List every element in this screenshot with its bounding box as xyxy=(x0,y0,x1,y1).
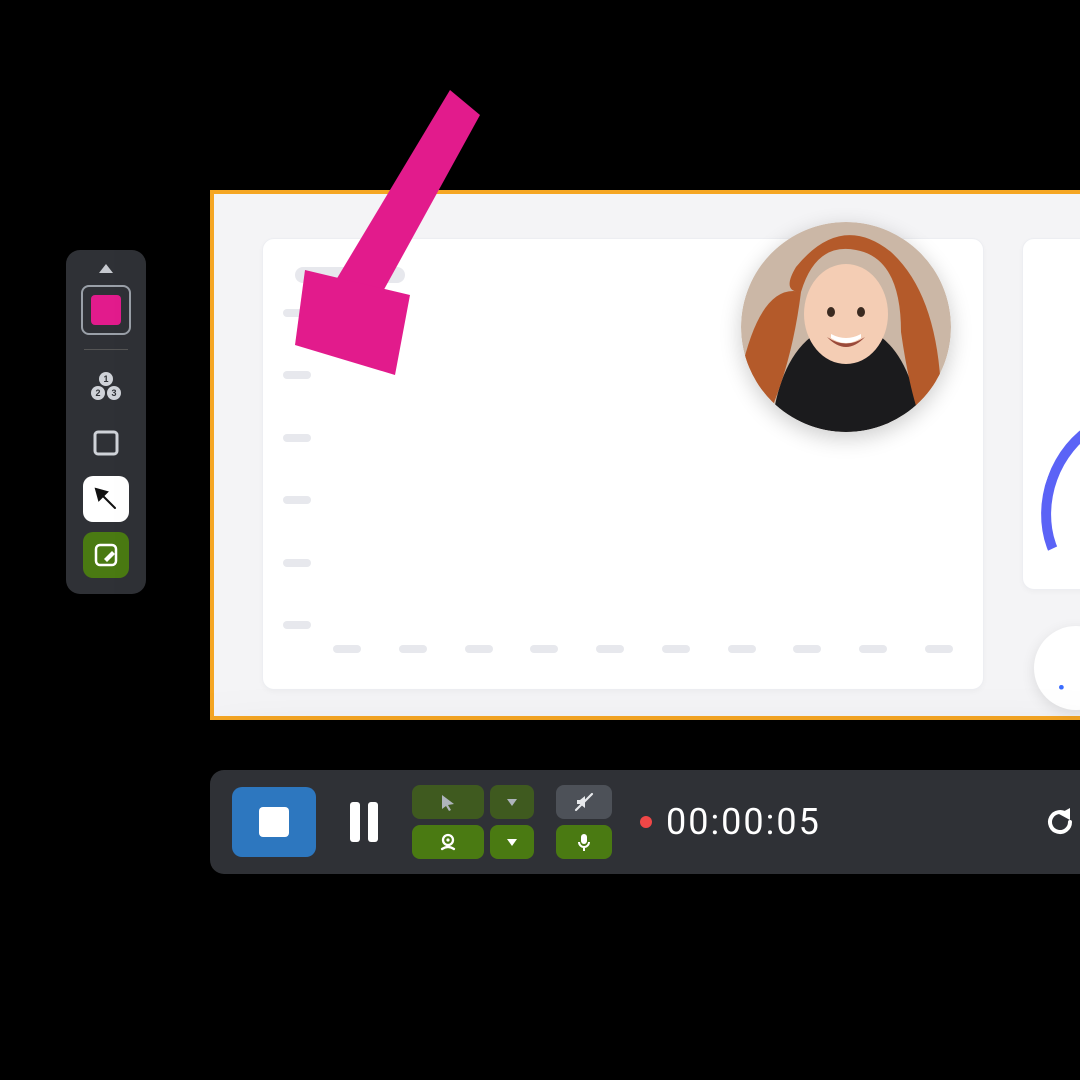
svg-text:1: 1 xyxy=(103,374,108,384)
numbers-tool-icon: 1 2 3 xyxy=(89,370,123,404)
restart-button[interactable] xyxy=(1030,787,1080,857)
stop-button[interactable] xyxy=(232,787,316,857)
webcam-icon xyxy=(437,831,459,853)
cursor-effects-menu-button[interactable] xyxy=(490,785,534,819)
floating-action-button[interactable]: · xyxy=(1034,626,1080,710)
chevron-down-icon xyxy=(505,795,519,809)
recording-canvas: · xyxy=(210,190,1080,720)
audio-toggle-column xyxy=(556,785,612,859)
chart-title-placeholder xyxy=(295,267,405,283)
webcam-bubble[interactable] xyxy=(741,222,951,432)
plus-icon: · xyxy=(1056,668,1067,710)
svg-text:2: 2 xyxy=(95,388,100,398)
recording-indicator-icon xyxy=(640,816,652,828)
cursor-icon xyxy=(438,792,458,812)
rectangle-tool-icon xyxy=(91,428,121,458)
chart-x-axis xyxy=(333,645,953,653)
speaker-muted-icon xyxy=(573,791,595,813)
toolbar-divider xyxy=(84,349,128,350)
pause-icon xyxy=(350,802,378,842)
recording-elapsed: 00:00:05 xyxy=(666,801,821,843)
recorder-bar: 00:00:05 xyxy=(210,770,1080,874)
source-toggle-grid xyxy=(412,785,534,859)
annotation-toolbar: 1 2 3 xyxy=(66,250,146,594)
numbers-tool-button[interactable]: 1 2 3 xyxy=(83,364,129,410)
mic-button[interactable] xyxy=(556,825,612,859)
system-audio-mute-button[interactable] xyxy=(556,785,612,819)
restart-icon xyxy=(1040,802,1080,842)
donut-chart-fragment xyxy=(1015,387,1080,620)
arrow-tool-button[interactable] xyxy=(83,476,129,522)
edit-tool-icon xyxy=(92,541,120,569)
svg-text:3: 3 xyxy=(111,388,116,398)
side-card xyxy=(1022,238,1080,590)
color-swatch[interactable] xyxy=(81,285,131,335)
edit-tool-button[interactable] xyxy=(83,532,129,578)
webcam-toggle-button[interactable] xyxy=(412,825,484,859)
chart-y-axis xyxy=(283,309,323,629)
scroll-up-icon[interactable] xyxy=(99,264,113,273)
stop-icon xyxy=(259,807,289,837)
chevron-down-icon xyxy=(505,835,519,849)
rectangle-tool-button[interactable] xyxy=(83,420,129,466)
presenter-avatar xyxy=(741,222,951,432)
webcam-menu-button[interactable] xyxy=(490,825,534,859)
arrow-tool-icon xyxy=(91,484,121,514)
color-swatch-fill xyxy=(91,295,121,325)
cursor-effects-button[interactable] xyxy=(412,785,484,819)
microphone-icon xyxy=(574,832,594,852)
pause-button[interactable] xyxy=(338,787,390,857)
recording-timer: 00:00:05 xyxy=(640,801,821,843)
